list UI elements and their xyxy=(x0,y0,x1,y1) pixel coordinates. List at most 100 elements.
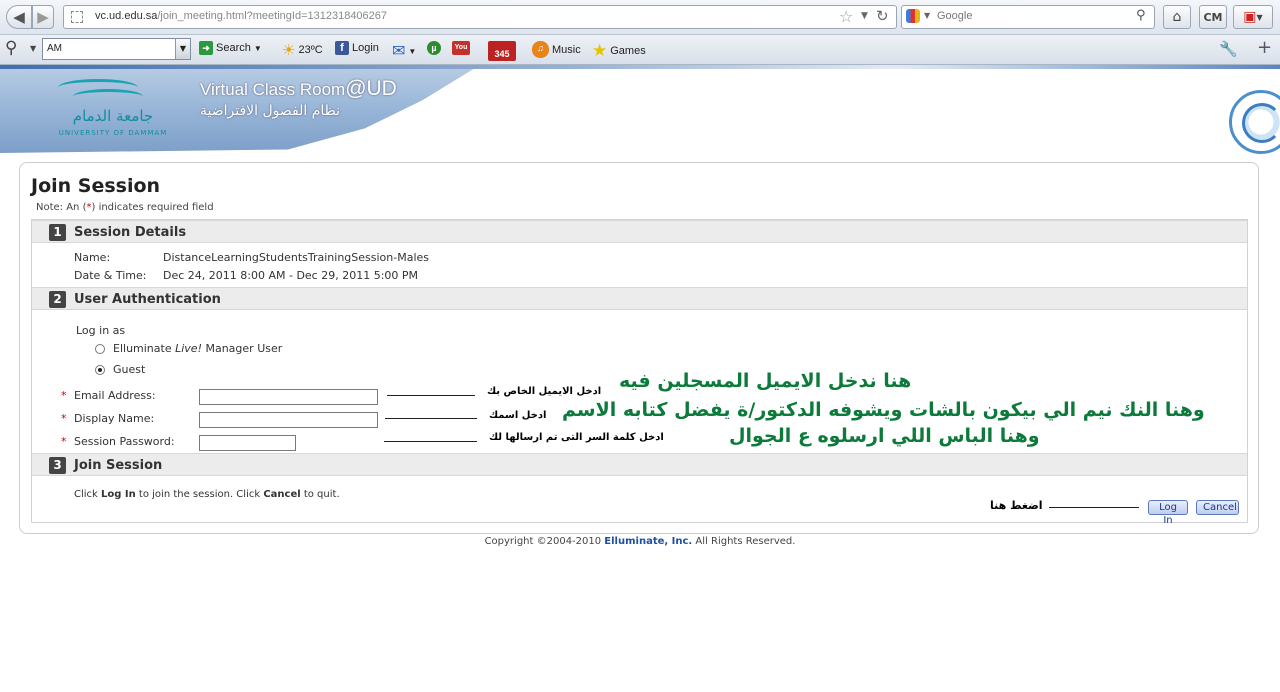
browser-navigation-bar: ◀ ▶ vc.ud.edu.sa/join_meeting.html?meeti… xyxy=(0,0,1280,35)
session-date-value: Dec 24, 2011 8:00 AM - Dec 29, 2011 5:00… xyxy=(163,269,419,282)
page-title: Join Session xyxy=(31,175,161,197)
join-login-word: Log In xyxy=(101,489,136,500)
utorrent-button[interactable]: µ xyxy=(427,41,441,55)
add-icon[interactable]: + xyxy=(1257,37,1272,58)
banner-top-strip xyxy=(0,65,1280,69)
search-placeholder: Google xyxy=(937,10,973,22)
radio-circle-selected[interactable] xyxy=(95,364,105,375)
section-label: User Authentication xyxy=(74,292,221,307)
toolbar-search-button[interactable]: ➜ Search ▼ xyxy=(199,41,262,55)
pdf-extension-button[interactable]: ▣ ▼ xyxy=(1233,5,1273,29)
elluminate-link[interactable]: Elluminate, Inc. xyxy=(604,536,692,547)
display-hint-text: ادخل اسمك xyxy=(489,410,547,421)
password-big-annotation: وهنا الباس اللي ارسلوه ع الجوال xyxy=(729,425,1040,447)
email-annotation-line xyxy=(387,395,475,396)
required-star: * xyxy=(61,435,67,448)
search-icon[interactable]: ⚲ xyxy=(1136,8,1146,23)
cm-label: CM xyxy=(1203,10,1223,24)
elluminate-logo-ring xyxy=(1242,103,1280,143)
vc-title-text: Virtual Class Room xyxy=(200,80,346,99)
wrench-icon[interactable]: 🔧 xyxy=(1219,40,1238,58)
email-hint-text: ادخل الايميل الخاص بك xyxy=(487,386,602,397)
join-session-panel: Join Session Note: An ( * ) indicates requ… xyxy=(19,162,1259,534)
password-hint-text: ادخل كلمة السر التى تم ارسالها لك xyxy=(489,432,664,443)
radio-manager-user[interactable]: Elluminate Live! Manager User xyxy=(95,342,282,355)
toolbar-search-combo[interactable]: AM ▼ xyxy=(42,38,191,60)
magnifier-icon[interactable]: ⚲ xyxy=(5,38,17,58)
games-button[interactable]: ★ Games xyxy=(592,41,646,61)
cm-extension-button[interactable]: CM xyxy=(1199,5,1227,29)
facebook-login-button[interactable]: f Login xyxy=(335,41,379,55)
site-banner: جامعة الدمام UNIVERSITY OF DAMMAM Virtua… xyxy=(0,65,1280,161)
games-label: Games xyxy=(610,45,646,57)
chevron-down-icon: ▼ xyxy=(253,43,262,53)
note-prefix: Note: An ( xyxy=(36,202,87,213)
join-instructions: Click Log In to join the session. Click … xyxy=(74,489,340,500)
display-name-field[interactable] xyxy=(199,412,378,428)
section-label: Session Details xyxy=(74,225,187,240)
display-big-annotation: وهنا النك نيم الي بيكون بالشات ويشوفه ال… xyxy=(562,399,1205,421)
section-number: 3 xyxy=(49,457,66,474)
password-label-text: Session Password: xyxy=(74,435,175,448)
address-text[interactable]: vc.ud.edu.sa/join_meeting.html?meetingId… xyxy=(95,10,387,22)
music-button[interactable]: ♫ Music xyxy=(532,41,581,58)
copyright-footer: Copyright ©2004-2010 Elluminate, Inc. Al… xyxy=(0,536,1280,547)
google-engine-icon[interactable] xyxy=(906,9,920,23)
forward-button[interactable]: ▶ xyxy=(32,5,54,29)
email-big-annotation: هنا ندخل الايميل المسجلين فيه xyxy=(619,370,912,392)
section-user-auth-header: 2 User Authentication xyxy=(32,287,1247,310)
youtube-button[interactable]: You xyxy=(452,41,470,55)
join-text-3: to quit. xyxy=(300,489,340,500)
music-label: Music xyxy=(552,43,581,56)
section-label: Join Session xyxy=(74,458,163,473)
pdf-icon: ▣ xyxy=(1243,9,1257,25)
form-container: 1 Session Details Name: DistanceLearning… xyxy=(31,219,1248,526)
magnifier-dropdown-icon[interactable]: ▼ xyxy=(30,44,36,53)
section-join-header: 3 Join Session xyxy=(32,453,1247,476)
section-session-details-header: 1 Session Details xyxy=(32,220,1247,243)
radio-guest[interactable]: Guest xyxy=(95,363,145,376)
badge-counter: 345 xyxy=(488,41,516,61)
utorrent-icon: µ xyxy=(427,41,441,55)
back-button[interactable]: ◀ xyxy=(6,5,32,29)
display-name-label: * Display Name: xyxy=(61,412,154,425)
star-icon: ★ xyxy=(592,41,608,60)
engine-dropdown-icon[interactable]: ▼ xyxy=(924,11,930,20)
session-name-key: Name: xyxy=(74,251,111,264)
cancel-button[interactable]: Cancel xyxy=(1196,500,1239,515)
weather-widget[interactable]: ☀ 23ºC xyxy=(282,41,323,59)
radio-manager-label: Elluminate Live! Manager User xyxy=(113,342,282,355)
login-as-label: Log in as xyxy=(76,324,126,337)
music-icon: ♫ xyxy=(532,41,549,58)
required-star: * xyxy=(61,412,67,425)
radio-circle[interactable] xyxy=(95,343,105,354)
join-text-1: Click xyxy=(74,489,102,500)
session-date-key: Date & Time: xyxy=(74,269,147,282)
session-password-label: * Session Password: xyxy=(61,435,175,448)
note-suffix: ) indicates required field xyxy=(91,202,214,213)
session-password-field[interactable] xyxy=(199,435,296,451)
logo-wave-bottom xyxy=(73,89,143,104)
log-in-button[interactable]: Log In xyxy=(1148,500,1188,526)
home-button[interactable]: ⌂ xyxy=(1163,5,1191,29)
session-name-value: DistanceLearningStudentsTrainingSession-… xyxy=(163,251,430,264)
email-label: * Email Address: xyxy=(61,389,156,402)
url-path: /join_meeting.html?meetingId=13123184062… xyxy=(157,10,388,22)
email-field[interactable] xyxy=(199,389,378,405)
vc-title-at: @UD xyxy=(345,77,397,100)
addon-toolbar: ⚲ ▼ AM ▼ ➜ Search ▼ ☀ 23ºC f Login ✉ ▼ µ… xyxy=(0,35,1280,65)
address-bar[interactable]: vc.ud.edu.sa/join_meeting.html?meetingId… xyxy=(63,5,897,29)
youtube-icon: You xyxy=(452,41,470,55)
copyright-suffix: All Rights Reserved. xyxy=(692,536,796,547)
web-search-box[interactable]: ▼ Google ⚲ xyxy=(901,5,1155,29)
join-text-2: to join the session. Click xyxy=(135,489,264,500)
toolbar-combo-value: AM xyxy=(47,43,62,54)
history-dropdown-icon[interactable]: ▼ xyxy=(861,11,868,21)
games-counter-button[interactable]: 345 xyxy=(488,41,516,61)
bookmark-star-icon[interactable]: ☆ xyxy=(839,7,853,26)
combo-dropdown-icon[interactable]: ▼ xyxy=(175,39,190,59)
virtual-classroom-title: Virtual Class Room@UD xyxy=(200,77,397,101)
university-logo: جامعة الدمام UNIVERSITY OF DAMMAM xyxy=(48,75,178,147)
reload-icon[interactable]: ↻ xyxy=(876,7,889,25)
mail-button[interactable]: ✉ ▼ xyxy=(392,41,416,61)
